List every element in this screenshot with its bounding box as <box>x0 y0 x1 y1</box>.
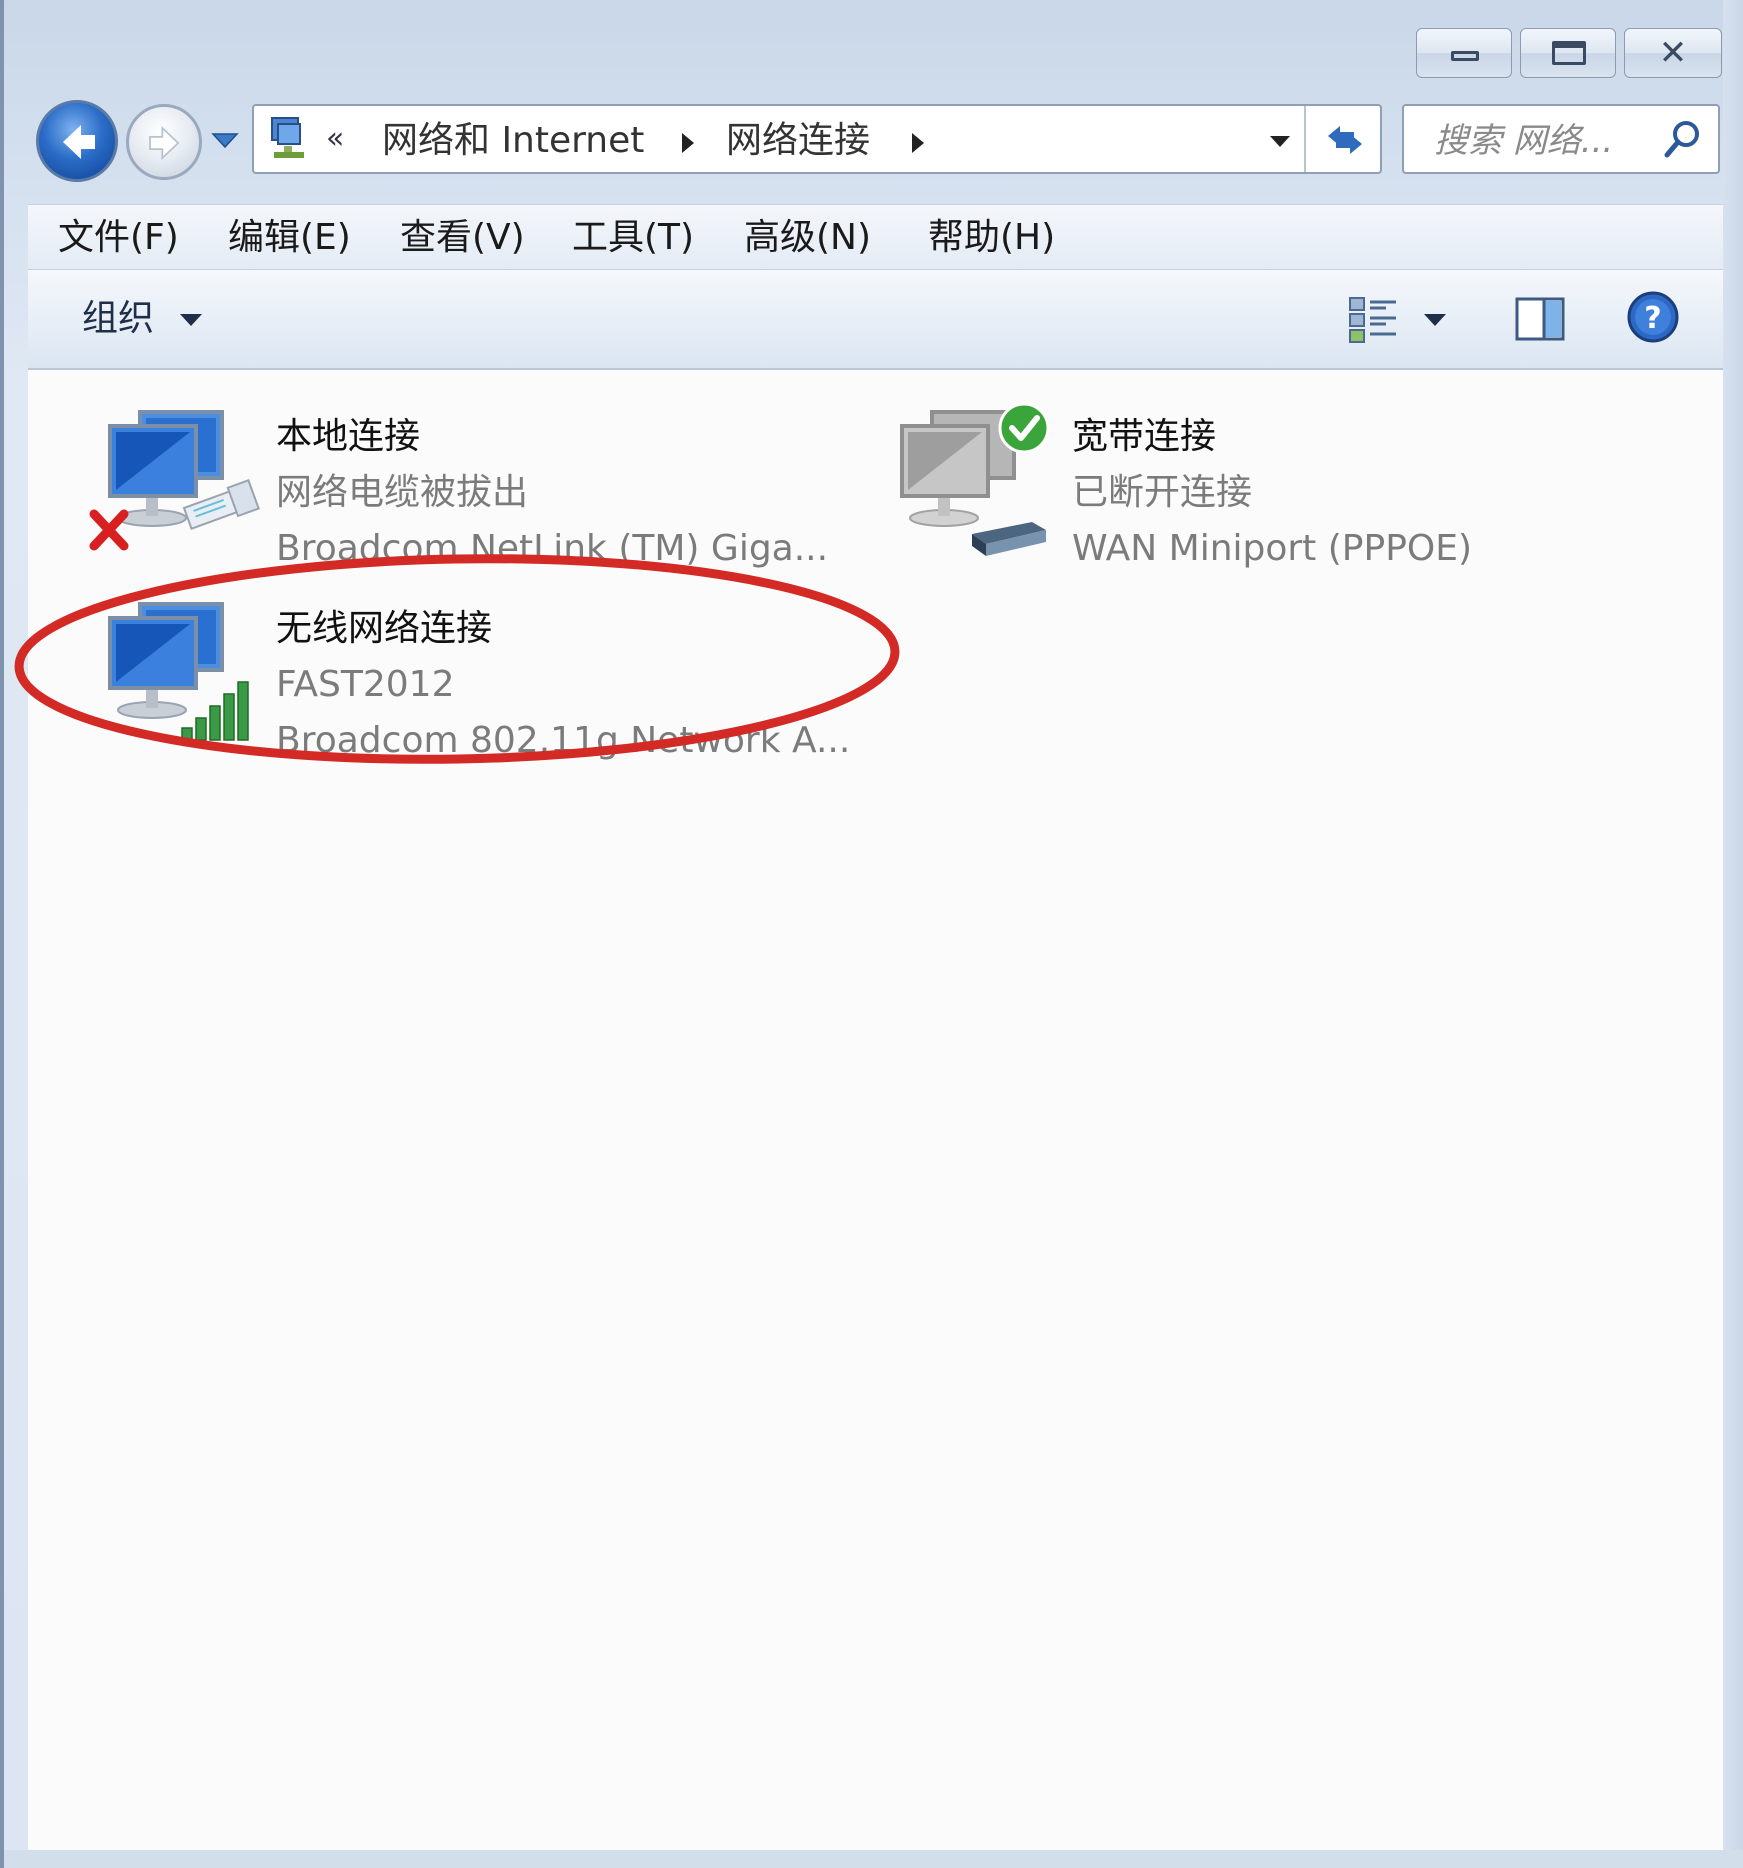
minimize-icon <box>1451 51 1479 61</box>
refresh-icon[interactable] <box>1320 118 1370 162</box>
broadband-icon <box>900 402 1050 556</box>
breadcrumb-network-internet[interactable]: 网络和 Internet <box>382 114 644 168</box>
back-button[interactable] <box>36 100 118 182</box>
menu-edit[interactable]: 编辑(E) <box>228 211 351 265</box>
breadcrumb-network-connections[interactable]: 网络连接 <box>726 114 870 168</box>
maximize-icon <box>1552 41 1586 65</box>
recent-pages-dropdown-icon[interactable] <box>210 130 240 150</box>
breadcrumb-separator-icon[interactable] <box>912 133 924 153</box>
forward-button[interactable] <box>126 104 202 180</box>
change-view-icon[interactable] <box>1346 294 1400 346</box>
connection-name: 宽带连接 <box>1072 416 1217 457</box>
connection-device: WAN Miniport (PPPOE) <box>1072 528 1473 569</box>
search-placeholder: 搜索 网络... <box>1434 121 1614 161</box>
window-right-frame <box>1723 0 1743 1868</box>
back-arrow-icon <box>63 125 95 159</box>
menu-tools[interactable]: 工具(T) <box>572 211 694 265</box>
red-x-icon <box>89 509 129 551</box>
breadcrumb-overflow-chevron[interactable]: « <box>326 114 344 164</box>
window-bottom-frame <box>4 1850 1743 1868</box>
maximize-button[interactable] <box>1520 28 1616 78</box>
address-dropdown-icon[interactable] <box>1270 136 1290 147</box>
menu-file[interactable]: 文件(F) <box>58 211 179 265</box>
lan-disconnected-icon <box>89 410 260 551</box>
close-icon: ✕ <box>1658 33 1688 73</box>
forward-arrow-icon <box>149 125 180 161</box>
close-button[interactable]: ✕ <box>1624 28 1722 78</box>
connections-list: 本地连接 网络电缆被拔出 Broadcom NetLink (TM) Giga.… <box>28 370 1723 1850</box>
connection-status: 网络电缆被拔出 <box>276 472 529 513</box>
preview-pane-icon[interactable] <box>1514 296 1566 342</box>
search-input[interactable]: 搜索 网络... <box>1402 104 1720 174</box>
menu-bar: 文件(F) 编辑(E) 查看(V) 工具(T) 高级(N) 帮助(H) <box>28 204 1723 270</box>
organize-dropdown-icon[interactable] <box>180 314 202 326</box>
explorer-window: ✕ « 网络和 Internet 网络连接 搜索 网络... 文件(F) 编辑(… <box>0 0 1743 1868</box>
address-bar[interactable]: « 网络和 Internet 网络连接 <box>252 104 1382 174</box>
svg-text:?: ? <box>1644 301 1661 336</box>
help-icon[interactable]: ? <box>1626 290 1680 344</box>
connection-device: Broadcom 802.11g Network A... <box>276 720 851 761</box>
connection-name: 本地连接 <box>276 416 421 457</box>
menu-view[interactable]: 查看(V) <box>400 211 525 265</box>
green-check-icon <box>998 402 1050 454</box>
wireless-icon <box>108 602 249 741</box>
command-bar: 组织 ? <box>28 270 1723 370</box>
search-icon[interactable] <box>1660 118 1704 162</box>
signal-bars-icon <box>181 681 249 741</box>
network-connections-icon <box>271 117 304 158</box>
address-divider <box>1304 106 1306 172</box>
connection-device: Broadcom NetLink (TM) Giga... <box>276 528 829 569</box>
organize-button[interactable]: 组织 <box>82 292 154 346</box>
minimize-button[interactable] <box>1416 28 1512 78</box>
menu-advanced[interactable]: 高级(N) <box>744 211 871 265</box>
connection-name: 无线网络连接 <box>276 608 493 649</box>
view-options-dropdown-icon[interactable] <box>1424 314 1446 326</box>
connection-status: 已断开连接 <box>1072 472 1253 513</box>
breadcrumb-separator-icon[interactable] <box>682 133 694 153</box>
connection-status: FAST2012 <box>276 664 455 705</box>
menu-help[interactable]: 帮助(H) <box>928 211 1055 265</box>
